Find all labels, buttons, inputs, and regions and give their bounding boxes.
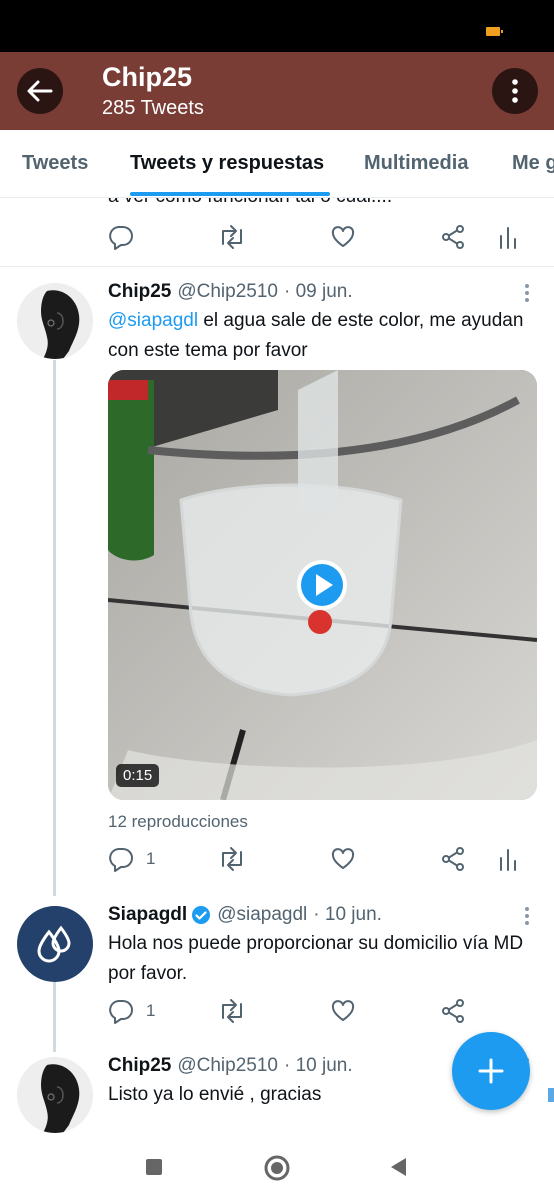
retweet-button[interactable] xyxy=(218,998,246,1024)
author-handle[interactable]: @siapagdl xyxy=(217,904,307,926)
profile-tabs: Tweets Tweets y respuestas Multimedia Me… xyxy=(0,130,554,198)
tweet-menu-button[interactable] xyxy=(524,283,530,308)
profile-header: Chip25 285 Tweets xyxy=(0,52,554,130)
battery-icon xyxy=(486,27,503,36)
avatar[interactable] xyxy=(17,906,93,982)
reply-icon xyxy=(109,848,133,872)
retweet-button[interactable] xyxy=(218,224,246,250)
mention-link[interactable]: @siapagdl xyxy=(108,310,198,331)
avatar-image xyxy=(17,1057,93,1133)
plus-icon xyxy=(478,1058,504,1084)
analytics-icon xyxy=(500,849,516,871)
tweet-date: · 10 jun. xyxy=(284,1055,353,1076)
scroll-indicator xyxy=(548,1088,554,1102)
play-icon xyxy=(297,560,347,610)
compose-button[interactable] xyxy=(452,1032,530,1110)
analytics-icon xyxy=(500,227,516,249)
tweet-text: @siapagdl el agua sale de este color, me… xyxy=(108,306,528,366)
reply-icon xyxy=(109,226,133,250)
reply-button[interactable] xyxy=(108,224,134,250)
more-vertical-icon xyxy=(525,907,529,925)
water-drops-icon xyxy=(37,925,71,963)
reply-count: 1 xyxy=(146,849,156,868)
more-vertical-icon xyxy=(512,79,518,103)
video-duration: 0:15 xyxy=(116,764,160,787)
verified-badge-icon xyxy=(191,905,211,925)
tweet-actions: 1 xyxy=(108,998,528,1028)
more-vertical-icon xyxy=(525,284,529,302)
share-button[interactable] xyxy=(440,998,466,1024)
thread-line xyxy=(53,982,56,1052)
analytics-button[interactable] xyxy=(498,846,518,872)
reply-button[interactable]: 1 xyxy=(108,998,155,1024)
tab-multimedia[interactable]: Multimedia xyxy=(364,152,468,175)
heart-icon xyxy=(331,226,355,247)
view-count: 12 reproducciones xyxy=(108,812,248,831)
author-handle[interactable]: @Chip2510 xyxy=(177,1055,278,1077)
tweet-text: Hola nos puede proporcionar su domicilio… xyxy=(108,933,524,984)
arrow-left-icon xyxy=(27,80,53,102)
tab-tweets-y-respuestas[interactable]: Tweets y respuestas xyxy=(130,152,324,175)
tweet-menu-button[interactable] xyxy=(524,906,530,931)
thread-line xyxy=(53,360,56,896)
square-icon xyxy=(146,1159,162,1175)
active-tab-indicator xyxy=(130,192,330,196)
back-nav-button[interactable] xyxy=(388,1156,408,1183)
play-button[interactable] xyxy=(295,558,349,617)
share-icon xyxy=(442,225,464,249)
tweet-header: Chip25 @Chip2510 · 10 jun. xyxy=(108,1055,353,1077)
like-button[interactable] xyxy=(330,846,356,872)
divider xyxy=(0,266,554,267)
tab-tweets[interactable]: Tweets xyxy=(22,152,88,175)
recents-button[interactable] xyxy=(145,1158,163,1181)
tweet-date: · 10 jun. xyxy=(313,904,382,925)
tab-me-gusta[interactable]: Me g xyxy=(512,152,554,175)
author-name[interactable]: Chip25 xyxy=(108,1055,171,1077)
reply-icon xyxy=(109,1000,133,1024)
profile-name: Chip25 xyxy=(102,62,193,92)
retweet-icon xyxy=(222,225,242,249)
share-button[interactable] xyxy=(440,846,466,872)
tweet-date: · 09 jun. xyxy=(284,281,353,302)
reply-count: 1 xyxy=(146,1001,156,1020)
home-button[interactable] xyxy=(263,1154,291,1187)
avatar[interactable] xyxy=(17,1057,93,1133)
previous-tweet-actions xyxy=(108,224,528,254)
like-button[interactable] xyxy=(330,224,356,250)
analytics-button[interactable] xyxy=(498,224,518,250)
retweet-icon xyxy=(222,999,242,1023)
heart-icon xyxy=(331,1000,355,1021)
retweet-icon xyxy=(222,847,242,871)
status-bar xyxy=(0,0,554,52)
reply-button[interactable]: 1 xyxy=(108,846,155,872)
home-circle-icon xyxy=(264,1155,290,1181)
share-button[interactable] xyxy=(440,224,466,250)
author-handle[interactable]: @Chip2510 xyxy=(177,281,278,303)
avatar[interactable] xyxy=(17,283,93,359)
back-button[interactable] xyxy=(17,68,63,114)
share-icon xyxy=(442,999,464,1023)
tweet-actions: 1 xyxy=(108,846,528,876)
share-icon xyxy=(442,847,464,871)
avatar-image xyxy=(17,283,93,359)
tweet-header: Siapagdl @siapagdl · 10 jun. xyxy=(108,904,382,926)
like-button[interactable] xyxy=(330,998,356,1024)
system-nav-bar xyxy=(0,1136,554,1200)
triangle-back-icon xyxy=(391,1158,406,1176)
tweet-header: Chip25 @Chip2510 · 09 jun. xyxy=(108,281,353,303)
author-name[interactable]: Siapagdl xyxy=(108,904,187,926)
retweet-button[interactable] xyxy=(218,846,246,872)
author-name[interactable]: Chip25 xyxy=(108,281,171,303)
tweet-count: 285 Tweets xyxy=(102,97,204,119)
heart-icon xyxy=(331,848,355,869)
more-options-button[interactable] xyxy=(492,68,538,114)
